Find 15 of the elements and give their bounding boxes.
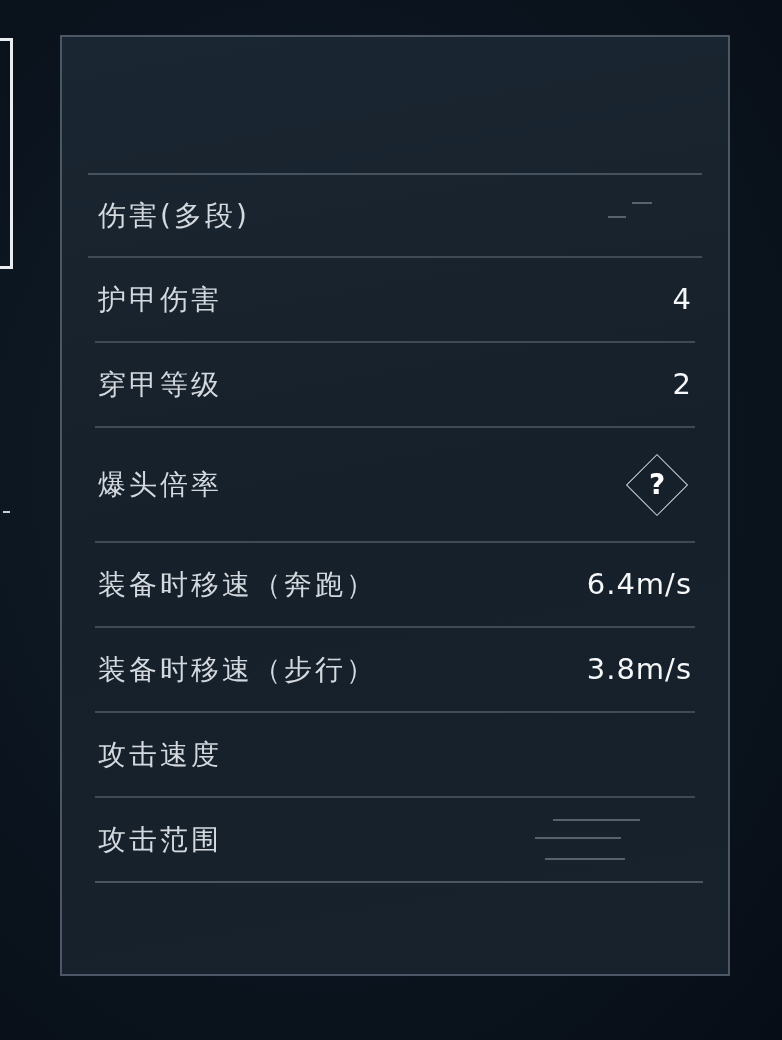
stat-label: 伤害(多段) [98, 197, 250, 234]
stat-value: 4 [672, 280, 692, 318]
stat-value: 6.4m/s [586, 565, 692, 603]
dash-icon [3, 511, 10, 513]
stat-label: 穿甲等级 [98, 366, 222, 403]
stat-value: 3.8m/s [586, 650, 692, 688]
stat-label: 护甲伤害 [98, 281, 222, 318]
stat-label: 攻击范围 [98, 821, 222, 858]
stat-label: 装备时移速（奔跑） [98, 566, 377, 603]
short-lines-icon [608, 201, 652, 218]
lines-icon [535, 818, 640, 861]
stat-label: 爆头倍率 [98, 466, 222, 503]
stat-value: 2 [672, 365, 692, 403]
stat-label: 攻击速度 [98, 736, 222, 773]
stat-label: 装备时移速（步行） [98, 651, 377, 688]
